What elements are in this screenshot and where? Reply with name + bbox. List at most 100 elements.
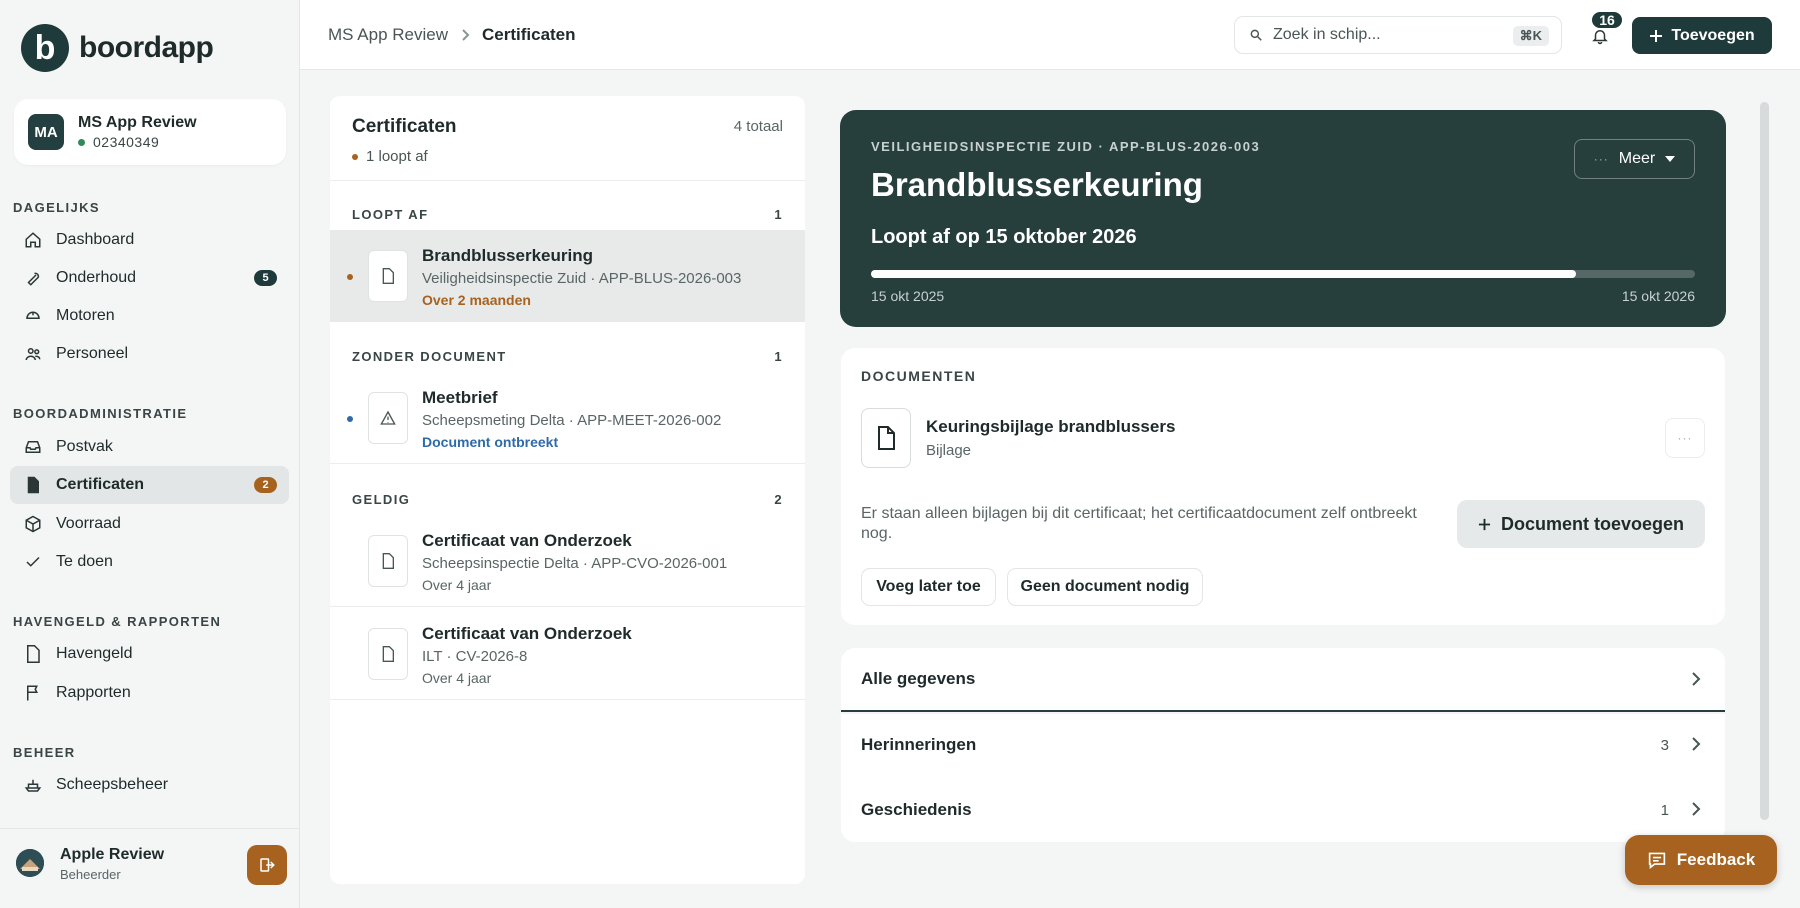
chevron-right-icon: [1691, 802, 1701, 816]
item-title: Brandblusserkeuring: [422, 246, 593, 265]
certificate-header: VEILIGHEIDSINSPECTIE ZUID · APP-BLUS-202…: [840, 110, 1726, 327]
ellipsis-icon: ···: [1593, 152, 1609, 166]
sidebar-item-label: Voorraad: [56, 515, 121, 532]
sidebar-item-label: Postvak: [56, 438, 113, 455]
add-button-label: Toevoegen: [1671, 26, 1755, 44]
account-name: MS App Review: [78, 114, 197, 131]
expiry-text: Loopt af op 15 oktober 2026: [871, 226, 1137, 248]
sidebar-item-te-doen[interactable]: Te doen: [10, 543, 289, 581]
sidebar-item-voorraad[interactable]: Voorraad: [10, 505, 289, 543]
item-status: Document ontbreekt: [422, 434, 559, 450]
notification-count-badge: 16: [1590, 10, 1624, 30]
breadcrumb-ship[interactable]: MS App Review: [328, 25, 448, 45]
box-icon: [23, 514, 43, 534]
section-alle-gegevens[interactable]: Alle gegevens: [841, 648, 1725, 712]
status-dot-icon: [78, 138, 85, 146]
group-header-geldig: GELDIG 2: [352, 492, 783, 507]
start-date: 15 okt 2025: [871, 288, 945, 304]
sidebar-item-dashboard[interactable]: Dashboard: [10, 221, 289, 259]
search-input[interactable]: Zoek in schip... ⌘K: [1234, 16, 1562, 54]
section-herinneringen[interactable]: Herinneringen 3: [841, 713, 1725, 777]
group-title: LOOPT AF: [352, 207, 429, 222]
section-dagelijks: DAGELIJKS: [13, 200, 101, 215]
user-name: Apple Review: [60, 846, 165, 863]
section-geschiedenis[interactable]: Geschiedenis 1: [841, 778, 1725, 842]
sidebar-item-havengeld[interactable]: Havengeld: [10, 635, 289, 673]
list-subtitle: 1 loopt af: [352, 148, 428, 165]
sidebar-item-certificaten[interactable]: Certificaten 2: [10, 466, 289, 504]
attachment-type: Bijlage: [926, 442, 972, 459]
section-label: Geschiedenis: [861, 800, 972, 819]
document-icon: [368, 535, 408, 587]
plus-icon: [1478, 518, 1491, 531]
sidebar-item-label: Personeel: [56, 345, 129, 362]
item-subtitle: ILT · CV-2026-8: [422, 648, 528, 665]
account-switcher[interactable]: MA MS App Review 02340349: [14, 99, 286, 165]
list-item[interactable]: Certificaat van Onderzoek Scheepsinspect…: [330, 515, 805, 607]
item-status: Over 4 jaar: [422, 670, 492, 686]
sidebar-item-rapporten[interactable]: Rapporten: [10, 674, 289, 712]
more-button[interactable]: ··· Meer: [1574, 139, 1695, 179]
certificate-list: Certificaten 4 totaal 1 loopt af LOOPT A…: [330, 96, 805, 884]
sidebar-item-postvak[interactable]: Postvak: [10, 428, 289, 466]
sidebar-item-label: Motoren: [56, 307, 115, 324]
group-count: 1: [774, 349, 783, 364]
sidebar-item-label: Onderhoud: [56, 269, 137, 286]
account-id: 02340349: [93, 134, 160, 150]
flag-icon: [23, 683, 43, 703]
feedback-button[interactable]: Feedback: [1625, 835, 1777, 885]
sidebar-item-motoren[interactable]: Motoren: [10, 297, 289, 335]
documents-heading: DOCUMENTEN: [861, 368, 977, 384]
sidebar-item-onderhoud[interactable]: Onderhoud 5: [10, 259, 289, 297]
attachment-title[interactable]: Keuringsbijlage brandblussers: [926, 417, 1175, 437]
sidebar-item-personeel[interactable]: Personeel: [10, 335, 289, 373]
item-status: Over 4 jaar: [422, 577, 492, 593]
logout-button[interactable]: [247, 845, 287, 885]
account-avatar: MA: [28, 114, 64, 150]
plus-icon: [1649, 29, 1663, 43]
ellipsis-icon: ···: [1677, 431, 1693, 445]
status-dot-icon: [347, 274, 353, 280]
divider: [330, 180, 805, 181]
section-boordadministratie: BOORDADMINISTRATIE: [13, 406, 188, 421]
status-dot-icon: [347, 416, 353, 422]
item-title: Meetbrief: [422, 388, 498, 407]
attachment-more-button[interactable]: ···: [1665, 418, 1705, 458]
validity-progress-bar: [871, 270, 1695, 278]
add-button[interactable]: Toevoegen: [1632, 17, 1772, 54]
item-subtitle: Veiligheidsinspectie Zuid · APP-BLUS-202…: [422, 270, 742, 287]
warning-icon: [368, 392, 408, 444]
certificate-meta: VEILIGHEIDSINSPECTIE ZUID · APP-BLUS-202…: [871, 139, 1261, 154]
breadcrumb: MS App Review Certificaten: [328, 25, 576, 45]
search-placeholder: Zoek in schip...: [1273, 26, 1381, 43]
user-avatar[interactable]: [16, 849, 44, 877]
sidebar-item-label: Certificaten: [56, 476, 145, 493]
list-item[interactable]: Brandblusserkeuring Veiligheidsinspectie…: [330, 230, 805, 322]
item-title: Certificaat van Onderzoek: [422, 624, 632, 643]
scrollbar[interactable]: [1760, 102, 1769, 820]
logo-icon: b: [21, 24, 69, 72]
add-document-button[interactable]: Document toevoegen: [1457, 500, 1705, 548]
document-icon[interactable]: [861, 408, 911, 468]
sidebar-item-scheepsbeheer[interactable]: Scheepsbeheer: [10, 766, 289, 804]
brand-logo[interactable]: b boordapp: [21, 24, 214, 72]
top-bar: MS App Review Certificaten Zoek in schip…: [300, 0, 1800, 70]
list-title: Certificaten: [352, 116, 457, 137]
chevron-right-icon: [1691, 737, 1701, 751]
group-count: 2: [774, 492, 783, 507]
no-document-needed-button[interactable]: Geen document nodig: [1007, 568, 1203, 606]
certificate-title: Brandblusserkeuring: [871, 166, 1203, 203]
section-count: 3: [1660, 736, 1669, 754]
list-item[interactable]: Certificaat van Onderzoek ILT · CV-2026-…: [330, 608, 805, 700]
brand-name: boordapp: [79, 31, 214, 64]
group-header-loopt-af: LOOPT AF 1: [352, 207, 783, 222]
list-item[interactable]: Meetbrief Scheepsmeting Delta · APP-MEET…: [330, 372, 805, 464]
breadcrumb-current: Certificaten: [482, 25, 576, 44]
certificaten-count-badge: 2: [254, 477, 277, 493]
end-date: 15 okt 2026: [1621, 288, 1695, 304]
section-beheer: BEHEER: [13, 745, 76, 760]
sidebar: b boordapp MA MS App Review 02340349 DAG…: [0, 0, 300, 908]
item-subtitle: Scheepsinspectie Delta · APP-CVO-2026-00…: [422, 555, 728, 572]
add-later-button[interactable]: Voeg later toe: [861, 568, 996, 606]
add-document-label: Document toevoegen: [1500, 513, 1685, 534]
